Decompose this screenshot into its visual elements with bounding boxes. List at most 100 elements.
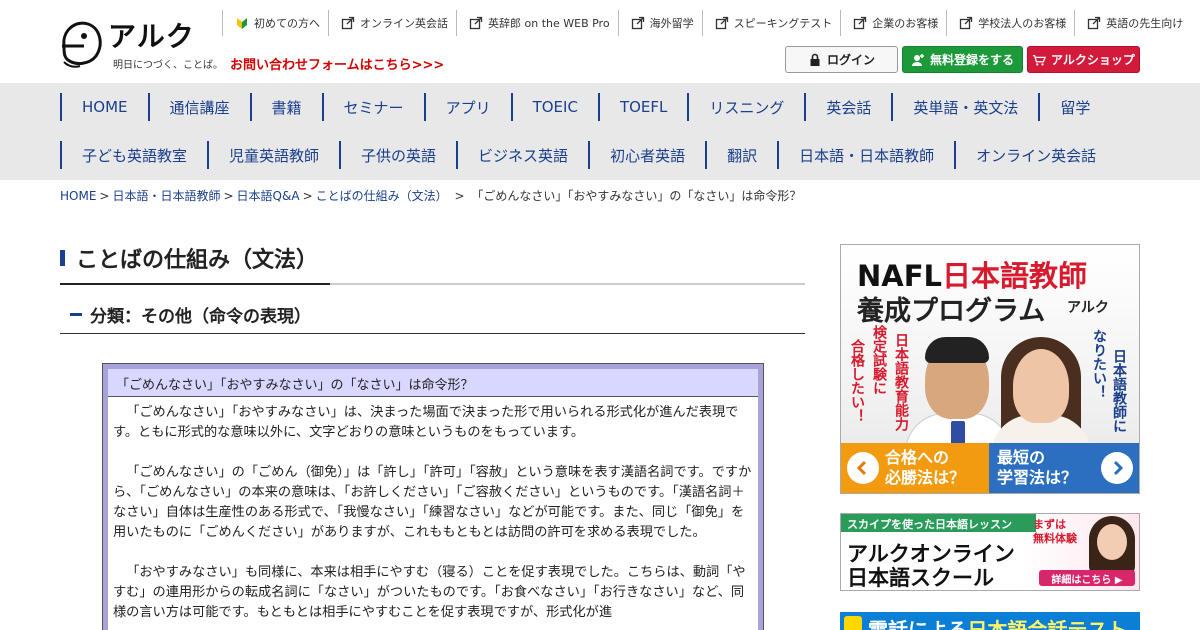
- online-school-banner[interactable]: スカイプを使った日本語レッスン まずは 無料体験 アルクオンライン 日本語スクール…: [840, 513, 1140, 591]
- phone-test-text: 電話による日本語会話テスト: [868, 614, 1127, 630]
- free-trial-badge: まずは 無料体験: [1033, 518, 1093, 546]
- qa-answer: 「ごめんなさい」「おやすみなさい」は、決まった場面で決まった形で用いられる形式化…: [108, 397, 758, 623]
- page-title-block: ことばの仕組み（文法）: [60, 240, 805, 285]
- nav-row-1: HOME 通信講座 書籍 セミナー アプリ TOEIC TOEFL リスニング …: [60, 93, 1110, 121]
- site-header: アルク 明日につづく、ことば。 初めての方へ オンライン英会話 英辞郎 on t…: [0, 0, 1200, 83]
- nav-item-seminars[interactable]: セミナー: [321, 93, 424, 121]
- breadcrumb-separator: >: [99, 189, 110, 203]
- nav-item-eikaiwa[interactable]: 英会話: [804, 93, 891, 121]
- toplink-teachers[interactable]: 英語の先生向け: [1074, 10, 1191, 36]
- nav-item-online-eikaiwa[interactable]: オンライン英会話: [954, 141, 1116, 169]
- external-link-icon: [960, 16, 973, 30]
- phone-test-white: 電話による: [868, 618, 968, 630]
- cta-line: 最短の: [997, 448, 1046, 467]
- external-link-icon: [469, 16, 483, 30]
- nafl-text: NAFL: [857, 259, 943, 293]
- nav-item-kids-english[interactable]: 子供の英語: [339, 141, 456, 169]
- cta-line: 必勝法は？: [885, 468, 966, 487]
- subhead-accent-bar: [70, 313, 82, 316]
- toplink-label: 英語の先生向け: [1106, 17, 1184, 30]
- nafl-red-text: 日本語教師: [942, 259, 1088, 293]
- answer-paragraph: 「ごめんなさい」「おやすみなさい」は、決まった場面で決まった形で用いられる形式化…: [113, 405, 739, 440]
- nav-item-toefl[interactable]: TOEFL: [597, 93, 687, 121]
- toplink-corporate[interactable]: 企業のお客様: [840, 10, 946, 36]
- banner-logo: アルク: [1067, 300, 1109, 316]
- vertical-copy: なりたい！: [1091, 329, 1107, 399]
- nav-item-listening[interactable]: リスニング: [687, 93, 804, 121]
- arrow-right-icon: [1101, 452, 1133, 484]
- main-nav: HOME 通信講座 書籍 セミナー アプリ TOEIC TOEFL リスニング …: [0, 83, 1200, 180]
- logo-tagline: 明日につづく、ことば。: [113, 60, 223, 71]
- cta-pass-strategy[interactable]: 合格への 必勝法は？: [841, 443, 989, 493]
- toplink-schools[interactable]: 学校法人のお客様: [946, 10, 1074, 36]
- toplink-label: 企業のお客様: [872, 17, 939, 30]
- title-accent-bar: [60, 250, 65, 266]
- login-button[interactable]: ログイン: [785, 46, 898, 73]
- lightbulb-icon: [844, 616, 862, 630]
- nafl-banner[interactable]: NAFL日本語教師 養成プログラム アルク 合格したい！ 検定試験に 日本語教育…: [840, 244, 1140, 494]
- cta-text: 最短の 学習法は？: [997, 448, 1077, 488]
- title-underline: [60, 283, 330, 285]
- external-link-icon: [715, 16, 728, 30]
- external-link-icon: [1088, 16, 1101, 30]
- nav-item-toeic[interactable]: TOEIC: [510, 93, 598, 121]
- nav-item-kids-teacher[interactable]: 児童英語教師: [207, 141, 339, 169]
- toplink-online-eikaiwa[interactable]: オンライン英会話: [328, 10, 456, 36]
- nav-item-japanese[interactable]: 日本語・日本語教師: [777, 141, 954, 169]
- cta-line: 合格への: [885, 448, 950, 467]
- lock-icon: [810, 53, 820, 66]
- breadcrumb-separator: >: [450, 189, 469, 203]
- school-name-line2: 日本語スクール: [847, 566, 994, 590]
- nav-item-home[interactable]: HOME: [60, 93, 148, 121]
- alc-logo[interactable]: アルク 明日につづく、ことば。: [58, 14, 223, 71]
- breadcrumb-separator: >: [223, 189, 234, 203]
- signup-button[interactable]: 無料登録をする: [902, 46, 1023, 73]
- man-hair: [925, 337, 989, 363]
- toplink-eijiro[interactable]: 英辞郎 on the WEB Pro: [456, 10, 618, 36]
- nav-item-apps[interactable]: アプリ: [423, 93, 511, 121]
- nav-item-business[interactable]: ビジネス英語: [456, 141, 588, 169]
- breadcrumb-japanese[interactable]: 日本語・日本語教師: [112, 189, 220, 203]
- toplink-beginners[interactable]: 初めての方へ: [222, 10, 328, 36]
- top-links: 初めての方へ オンライン英会話 英辞郎 on the WEB Pro 海外留学 …: [222, 10, 1191, 36]
- nav-item-beginner[interactable]: 初心者英語: [588, 141, 705, 169]
- beginner-leaf-icon: [237, 18, 247, 29]
- nav-item-books[interactable]: 書籍: [249, 93, 322, 121]
- cta-fast-study[interactable]: 最短の 学習法は？: [989, 443, 1139, 493]
- logo-text: アルク: [108, 20, 195, 53]
- nav-item-study-abroad[interactable]: 留学: [1038, 93, 1110, 121]
- add-user-icon: [911, 53, 924, 66]
- toplink-study-abroad[interactable]: 海外留学: [617, 10, 702, 36]
- phone-test-banner[interactable]: 電話による日本語会話テスト: [840, 612, 1140, 630]
- nav-item-kids-school[interactable]: 子ども英語教室: [60, 141, 207, 169]
- nav-item-vocab-grammar[interactable]: 英単語・英文法: [891, 93, 1038, 121]
- vertical-copy: 日本語教育能力: [893, 333, 909, 431]
- category-heading: 分類：その他（命令の表現）: [60, 298, 805, 334]
- cta-line: 学習法は？: [997, 468, 1078, 487]
- toplink-label: 初めての方へ: [254, 17, 320, 30]
- toplink-label: 学校法人のお客様: [978, 17, 1067, 30]
- answer-paragraph: 「ごめんなさい」の「ごめん（御免）」は「許し」「許可」「容赦」という意味を表す漢…: [113, 465, 752, 540]
- breadcrumb: HOME > 日本語・日本語教師 > 日本語Q&A > ことばの仕組み（文法） > 「ごめん…: [60, 187, 801, 204]
- vertical-copy: 検定試験に: [871, 325, 887, 395]
- shop-button[interactable]: アルクショップ: [1027, 46, 1140, 73]
- vertical-copy: 合格したい！: [849, 339, 865, 423]
- breadcrumb-home[interactable]: HOME: [60, 189, 96, 203]
- qa-question: 「ごめんなさい」「おやすみなさい」の「なさい」は命令形？: [108, 369, 758, 397]
- breadcrumb-current: 「ごめんなさい」「おやすみなさい」の「なさい」は命令形？: [471, 189, 802, 203]
- login-label: ログイン: [826, 53, 875, 67]
- nav-item-translation[interactable]: 翻訳: [705, 141, 777, 169]
- contact-form-link[interactable]: お問い合わせフォームはこちら>>>: [230, 54, 444, 73]
- woman-face: [1013, 349, 1069, 423]
- nav-item-correspondence[interactable]: 通信講座: [147, 93, 250, 121]
- skype-lesson-label: スカイプを使った日本語レッスン: [841, 514, 1036, 532]
- cta-text: 合格への 必勝法は？: [885, 448, 965, 488]
- category-label: 分類：その他（命令の表現）: [90, 307, 311, 327]
- external-link-icon: [631, 16, 644, 30]
- logo-face-icon: [62, 21, 102, 68]
- details-button[interactable]: 詳細はこちら ▶: [1039, 570, 1135, 586]
- free-line: 無料体験: [1033, 532, 1077, 545]
- toplink-speaking-test[interactable]: スピーキングテスト: [701, 10, 841, 36]
- breadcrumb-qa[interactable]: 日本語Q&A: [237, 189, 300, 203]
- breadcrumb-grammar[interactable]: ことばの仕組み（文法）: [316, 189, 448, 203]
